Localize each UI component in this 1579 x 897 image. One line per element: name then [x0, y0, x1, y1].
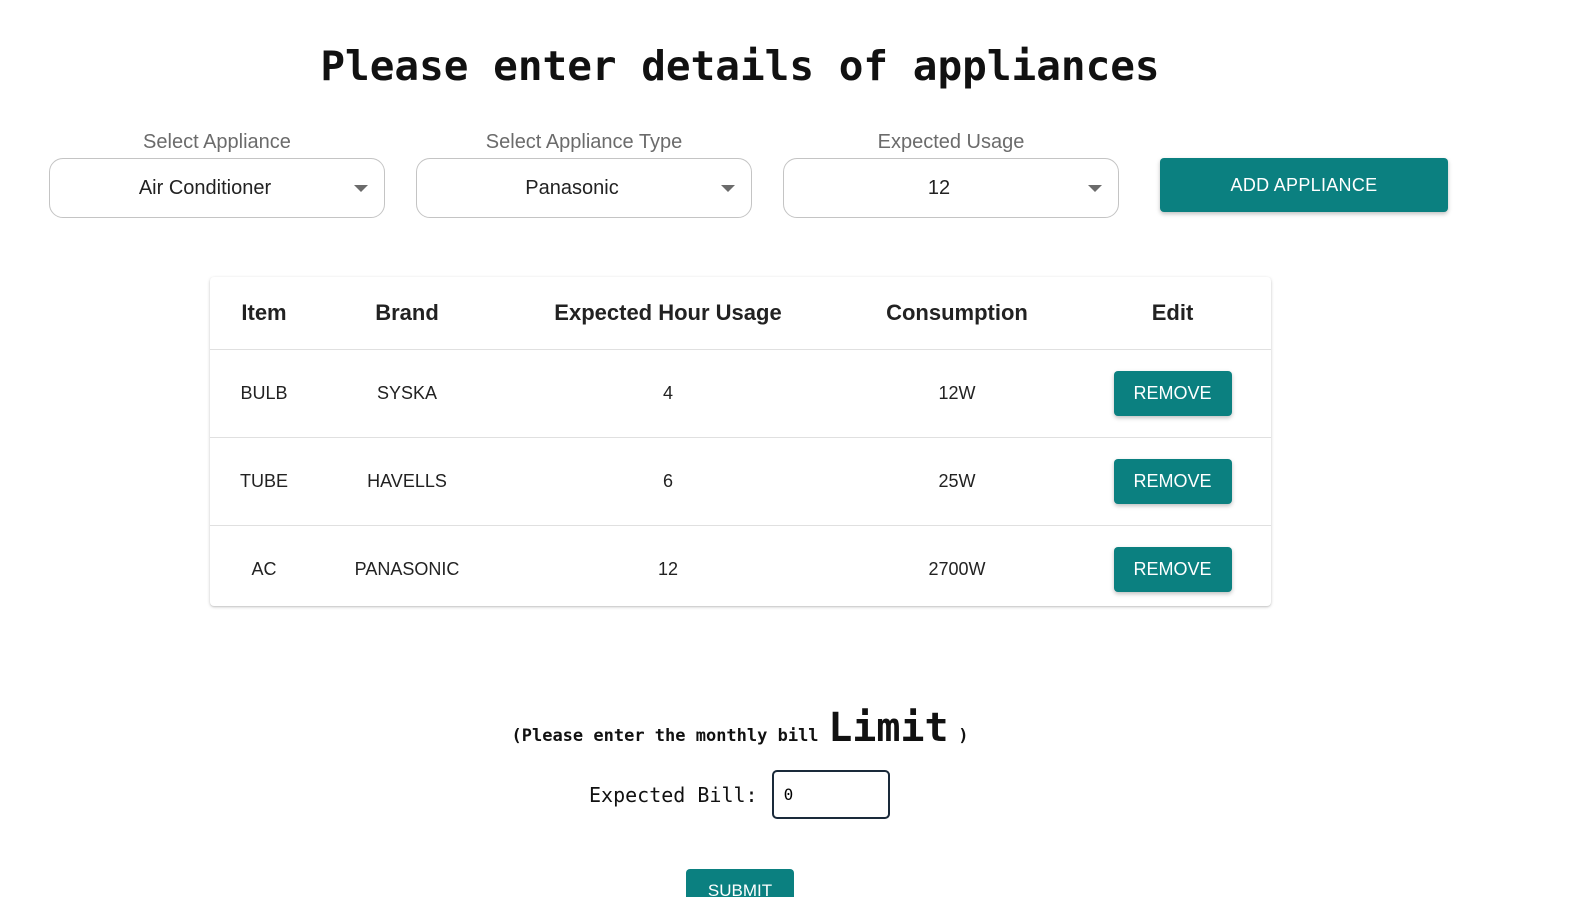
cell-consumption: 12W — [840, 349, 1074, 438]
cell-edit: REMOVE — [1074, 437, 1271, 526]
appliance-field: Select Appliance Air Conditioner — [49, 128, 385, 218]
cell-brand: PANASONIC — [354, 559, 460, 579]
column-header-item: Item — [210, 277, 318, 350]
bill-limit-prompt: (Please enter the monthly bill Limit ) — [0, 705, 1480, 751]
cell-hours: 4 — [496, 349, 840, 438]
page-title: Please enter details of appliances — [320, 42, 1160, 90]
column-header-edit: Edit — [1074, 277, 1271, 350]
cell-consumption: 2700W — [928, 559, 986, 579]
table-row: TUBE HAVELLS 6 25W REMOVE — [210, 437, 1271, 526]
cell-item: AC — [251, 559, 277, 579]
appliance-type-select-value: Panasonic — [525, 177, 619, 199]
expected-usage-field: Expected Usage 12 — [783, 128, 1119, 218]
cell-edit: REMOVE — [1074, 526, 1271, 607]
column-header-brand: Brand — [318, 277, 496, 350]
cell-hours: 6 — [496, 437, 840, 526]
appliance-type-select[interactable]: Panasonic — [416, 158, 752, 218]
cell-consumption: 25W — [840, 437, 1074, 526]
limit-prompt-prefix: (Please enter the monthly bill — [511, 726, 819, 746]
table-header-row: Item Brand Expected Hour Usage Consumpti… — [210, 277, 1271, 350]
expected-usage-select-value: 12 — [927, 177, 951, 199]
table-row: BULB SYSKA 4 12W REMOVE — [210, 349, 1271, 438]
expected-usage-label: Expected Usage — [877, 131, 1025, 153]
remove-button[interactable]: REMOVE — [1113, 459, 1232, 504]
remove-button[interactable]: REMOVE — [1113, 547, 1232, 592]
appliance-label: Select Appliance — [143, 131, 291, 153]
cell-item: BULB — [210, 349, 318, 438]
limit-prompt-emphasis: Limit — [828, 705, 949, 751]
expected-bill-input[interactable] — [771, 770, 890, 819]
chevron-down-icon — [721, 185, 735, 192]
column-header-consumption: Consumption — [840, 277, 1074, 350]
chevron-down-icon — [1088, 185, 1102, 192]
appliance-table-card: Item Brand Expected Hour Usage Consumpti… — [210, 277, 1271, 606]
appliance-type-field: Select Appliance Type Panasonic — [416, 128, 752, 218]
cell-hours: 12 — [657, 559, 679, 579]
submit-button[interactable]: SUBMIT — [686, 869, 794, 897]
appliance-table: Item Brand Expected Hour Usage Consumpti… — [210, 277, 1271, 606]
chevron-down-icon — [354, 185, 368, 192]
appliance-select-value: Air Conditioner — [138, 177, 272, 199]
appliance-type-label: Select Appliance Type — [485, 131, 683, 153]
add-appliance-button[interactable]: ADD APPLIANCE — [1160, 158, 1448, 212]
remove-button[interactable]: REMOVE — [1113, 371, 1232, 416]
cell-edit: REMOVE — [1074, 349, 1271, 438]
table-row: AC PANASONIC 12 2700W REMOVE — [210, 526, 1271, 607]
expected-bill-row: Expected Bill: — [589, 770, 890, 819]
expected-usage-select[interactable]: 12 — [783, 158, 1119, 218]
column-header-hours: Expected Hour Usage — [496, 277, 840, 350]
limit-prompt-suffix: ) — [958, 726, 969, 746]
cell-brand: HAVELLS — [318, 437, 496, 526]
expected-bill-label: Expected Bill: — [589, 782, 758, 807]
cell-item: TUBE — [210, 437, 318, 526]
appliance-select[interactable]: Air Conditioner — [49, 158, 385, 218]
cell-brand: SYSKA — [318, 349, 496, 438]
